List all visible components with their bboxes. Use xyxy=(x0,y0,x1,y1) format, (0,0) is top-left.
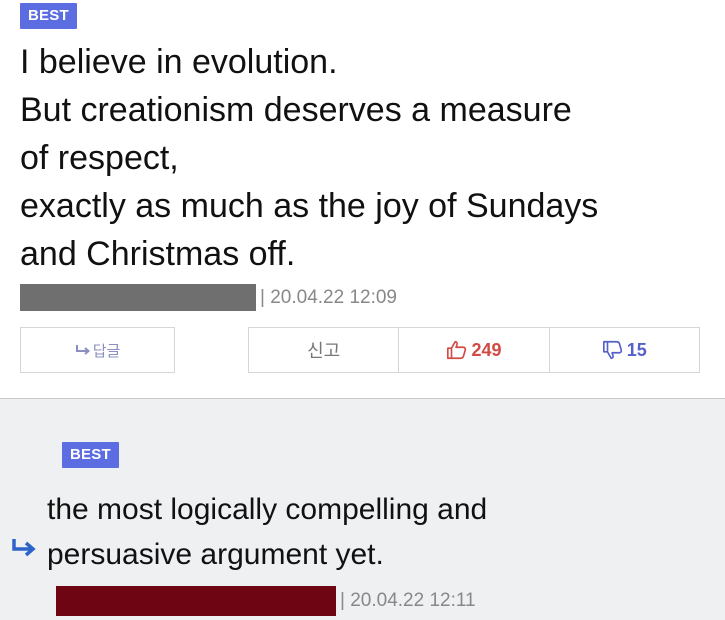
post-line: of respect, xyxy=(20,139,179,177)
redacted-username xyxy=(56,586,336,616)
best-badge: BEST xyxy=(62,442,119,468)
reply-line: the most logically compelling and xyxy=(47,493,488,526)
post-timestamp: | 20.04.22 12:09 xyxy=(260,286,397,308)
post-body: I believe in evolution. But creationism … xyxy=(20,38,710,278)
best-badge: BEST xyxy=(20,3,77,29)
thumbs-down-icon xyxy=(602,340,622,360)
reply-arrow-icon xyxy=(75,345,90,355)
reply-button[interactable]: 답글 xyxy=(20,327,175,373)
downvote-count: 15 xyxy=(626,339,647,360)
upvote-count: 249 xyxy=(471,339,502,360)
reply-timestamp: | 20.04.22 12:11 xyxy=(340,590,476,611)
post-line: But creationism deserves a measure xyxy=(20,91,572,129)
post-meta: | 20.04.22 12:09 xyxy=(20,284,397,311)
action-bar: 신고 249 15 xyxy=(248,327,700,373)
reply-meta: | 20.04.22 12:11 xyxy=(56,586,476,616)
reply-body: the most logically compelling and persua… xyxy=(47,487,697,577)
redacted-username xyxy=(20,284,256,311)
post-line: exactly as much as the joy of Sundays xyxy=(20,187,599,225)
report-label: 신고 xyxy=(307,341,341,361)
reply-comment: BEST the most logically compelling and p… xyxy=(0,398,725,620)
reply-indicator-icon xyxy=(12,539,36,557)
report-button[interactable]: 신고 xyxy=(249,328,398,372)
post-line: and Christmas off. xyxy=(20,235,296,273)
downvote-button[interactable]: 15 xyxy=(548,328,699,372)
post-line: I believe in evolution. xyxy=(20,43,338,81)
reply-button-label: 답글 xyxy=(92,342,121,360)
thumbs-up-icon xyxy=(447,340,467,360)
upvote-button[interactable]: 249 xyxy=(398,328,548,372)
reply-line: persuasive argument yet. xyxy=(47,538,384,571)
